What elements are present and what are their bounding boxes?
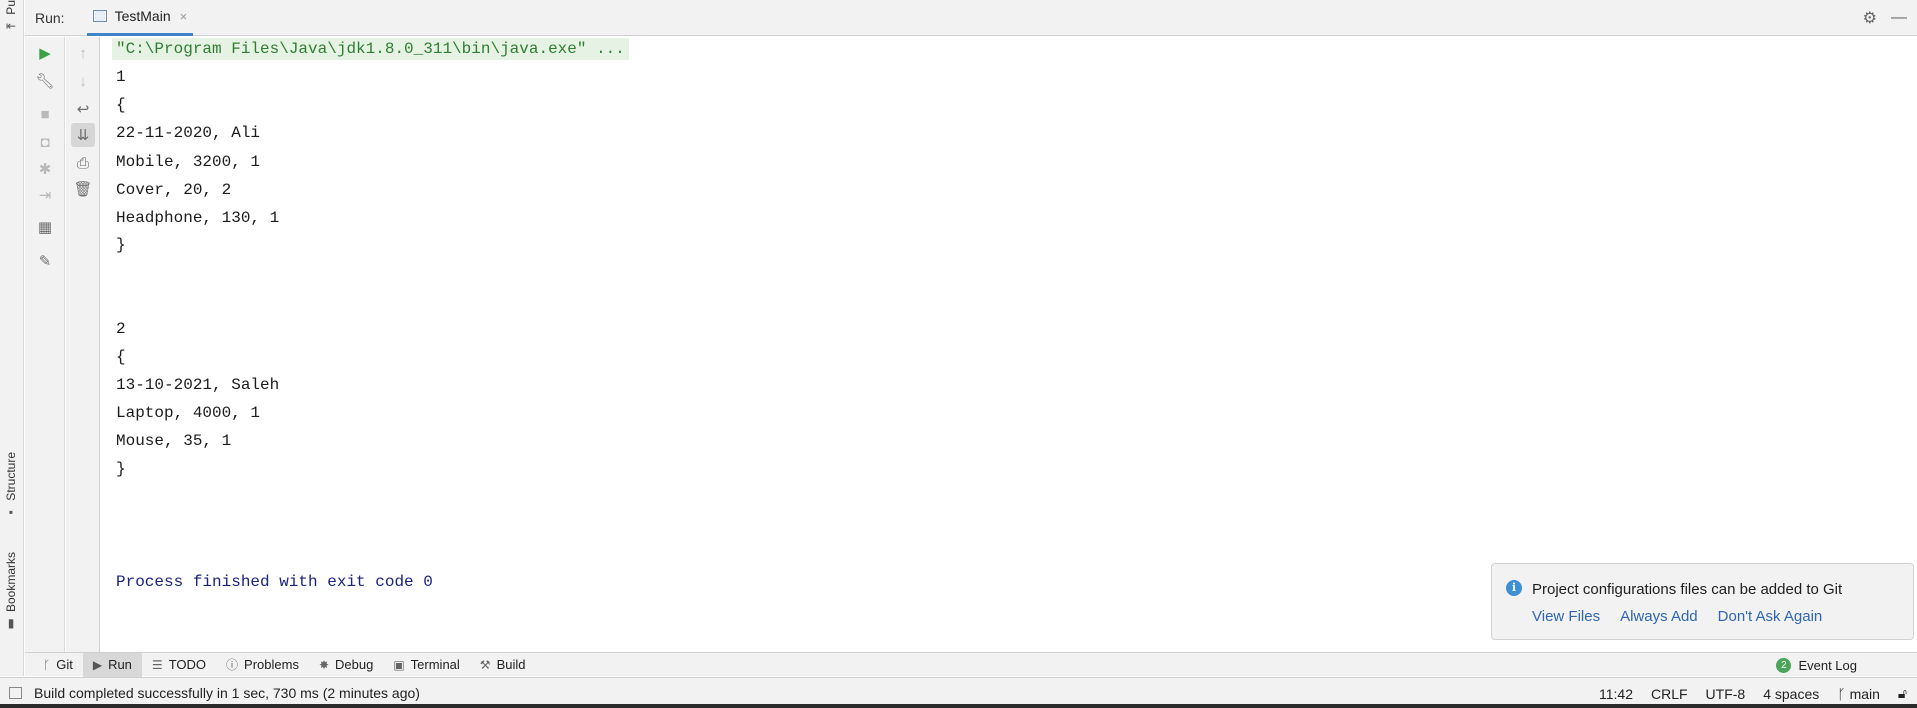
- layout-icon[interactable]: ▦: [33, 215, 57, 239]
- status-widgets: 11:42 CRLF UTF-8 4 spaces ᚴ main 🔓︎: [1599, 685, 1907, 702]
- tab-git[interactable]: ᚴ Git: [33, 653, 83, 677]
- tab-testmain[interactable]: TestMain ×: [86, 0, 194, 36]
- console-line: 1: [116, 68, 126, 86]
- git-notification: i Project configurations files can be ad…: [1491, 563, 1914, 640]
- console-line: {: [116, 96, 126, 114]
- console-line: }: [116, 460, 126, 478]
- exit-icon[interactable]: ⇥: [33, 183, 57, 207]
- view-files-link[interactable]: View Files: [1532, 608, 1600, 625]
- tab-todo[interactable]: ☰ TODO: [142, 653, 216, 677]
- wrench-icon[interactable]: 🔧︎: [33, 69, 57, 93]
- taskbar-edge: [0, 704, 1917, 708]
- tab-run-label: Run: [108, 657, 132, 672]
- console-line: 22-11-2020, Ali: [116, 124, 261, 142]
- tab-debug-label: Debug: [335, 657, 374, 672]
- git-branch-widget[interactable]: ᚴ main: [1837, 686, 1880, 702]
- tab-debug[interactable]: ✸ Debug: [309, 653, 383, 677]
- tab-run[interactable]: ▶ Run: [82, 652, 142, 677]
- vtab-bookmarks-label: Bookmarks: [4, 552, 18, 613]
- vtab-structure-label: Structure: [4, 452, 18, 501]
- always-add-link[interactable]: Always Add: [1620, 608, 1698, 625]
- left-tool-strip: Pu ⇤ Structure ▪ Bookmarks ▮: [0, 0, 24, 676]
- header-actions: ⚙ —: [1863, 8, 1907, 28]
- tool-window-toggle-icon[interactable]: [9, 687, 22, 699]
- info-icon: i: [1506, 580, 1522, 596]
- tab-build[interactable]: ⚒ Build: [470, 653, 536, 677]
- indent-setting[interactable]: 4 spaces: [1763, 686, 1819, 702]
- console-line: }: [116, 236, 126, 254]
- lock-icon[interactable]: 🔓︎: [1898, 685, 1907, 702]
- tab-problems-label: Problems: [244, 657, 299, 672]
- vtab-structure[interactable]: Structure ▪: [3, 452, 19, 519]
- arrow-down-icon[interactable]: ↓: [71, 69, 95, 93]
- pin-icon[interactable]: ✎: [33, 249, 57, 273]
- console-line: 2: [116, 320, 126, 338]
- file-encoding[interactable]: UTF-8: [1706, 686, 1746, 702]
- print-icon[interactable]: ⎙: [71, 151, 95, 175]
- event-count-badge: 2: [1776, 657, 1792, 673]
- event-log-button[interactable]: 2 Event Log: [1776, 653, 1857, 677]
- notification-message: Project configurations files can be adde…: [1532, 581, 1843, 598]
- scroll-to-end-icon[interactable]: ⇊: [71, 123, 95, 147]
- run-toolbar-primary: ▶ 🔧︎ ■ ◘ ✱ ⇥ ▦ ✎: [25, 37, 65, 652]
- terminal-icon: ▣: [393, 657, 405, 672]
- commit-icon: ⇤: [5, 18, 17, 33]
- vtab-bookmarks[interactable]: Bookmarks ▮: [3, 552, 19, 630]
- notification-actions: View Files Always Add Don't Ask Again: [1532, 608, 1822, 625]
- bookmark-icon: ▮: [7, 616, 15, 631]
- branch-icon: ᚴ: [1837, 685, 1846, 702]
- git-branch-icon: ᚴ: [43, 657, 51, 672]
- console-exit-line: Process finished with exit code 0: [116, 573, 433, 591]
- line-separator[interactable]: CRLF: [1651, 686, 1688, 702]
- run-toolbar-secondary: ↑ ↓ ↩ ⇊ ⎙ 🗑︎: [66, 37, 100, 652]
- arrow-up-icon[interactable]: ↑: [71, 41, 95, 65]
- tool-window-bar: ᚴ Git ▶ Run ☰ TODO ⓘ Problems ✸ Debug ▣ …: [25, 652, 1917, 677]
- console-line: Cover, 20, 2: [116, 181, 232, 199]
- status-message[interactable]: Build completed successfully in 1 sec, 7…: [34, 685, 420, 701]
- console-output[interactable]: "C:\Program Files\Java\jdk1.8.0_311\bin\…: [101, 37, 1917, 652]
- console-line: Mouse, 35, 1: [116, 432, 232, 450]
- trash-icon[interactable]: 🗑︎: [71, 177, 95, 201]
- console-command-line[interactable]: "C:\Program Files\Java\jdk1.8.0_311\bin\…: [112, 38, 629, 60]
- console-line: Laptop, 4000, 1: [116, 404, 261, 422]
- tab-problems[interactable]: ⓘ Problems: [216, 653, 309, 677]
- tab-terminal-label: Terminal: [410, 657, 460, 672]
- branch-name: main: [1849, 685, 1880, 702]
- console-line: 13-10-2021, Saleh: [116, 376, 280, 394]
- tab-todo-label: TODO: [168, 657, 207, 672]
- dont-ask-again-link[interactable]: Don't Ask Again: [1718, 608, 1823, 625]
- hammer-icon: ⚒: [479, 657, 491, 672]
- tab-testmain-title: TestMain: [114, 8, 171, 24]
- console-line: {: [116, 348, 126, 366]
- bug-icon: ✸: [318, 657, 330, 672]
- console-line: Mobile, 3200, 1: [116, 153, 261, 171]
- vtab-top-label: Pu: [4, 0, 18, 15]
- caret-position[interactable]: 11:42: [1599, 686, 1633, 702]
- run-config-icon: [92, 10, 107, 22]
- list-icon: ☰: [151, 657, 163, 672]
- rerun-icon[interactable]: ▶: [33, 41, 57, 65]
- tab-build-label: Build: [496, 657, 526, 672]
- close-icon[interactable]: ×: [180, 9, 188, 24]
- structure-icon: ▪: [8, 504, 14, 519]
- camera-icon[interactable]: ◘: [33, 130, 57, 154]
- run-window-header: Run: TestMain × ⚙ —: [25, 0, 1917, 36]
- stop-icon[interactable]: ■: [33, 102, 57, 126]
- console-line: Headphone, 130, 1: [116, 209, 280, 227]
- tab-terminal[interactable]: ▣ Terminal: [383, 653, 469, 677]
- run-icon: ▶: [92, 657, 103, 672]
- gear-icon[interactable]: ⚙: [1863, 8, 1877, 28]
- soft-wrap-icon[interactable]: ↩: [71, 97, 95, 121]
- vtab-top[interactable]: Pu ⇤: [3, 0, 19, 33]
- minimize-icon[interactable]: —: [1891, 9, 1907, 27]
- event-log-label: Event Log: [1798, 657, 1857, 673]
- debug-settings-icon[interactable]: ✱: [33, 157, 57, 181]
- run-label: Run:: [35, 9, 65, 26]
- problems-icon: ⓘ: [226, 658, 239, 672]
- tab-git-label: Git: [56, 657, 73, 672]
